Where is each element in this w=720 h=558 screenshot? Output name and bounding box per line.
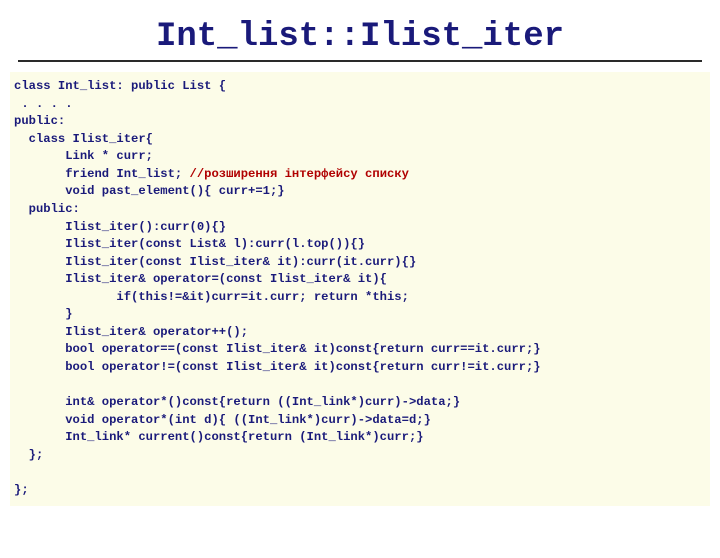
code-line: Link * curr; (14, 149, 153, 163)
code-line: public: (14, 202, 80, 216)
code-line: bool operator!=(const Ilist_iter& it)con… (14, 360, 541, 374)
title-underline (18, 60, 702, 62)
code-line: int& operator*()const{return ((Int_link*… (14, 395, 460, 409)
code-line: }; (14, 483, 29, 497)
code-comment: //розширення інтерфейсу списку (182, 167, 409, 181)
code-block: class Int_list: public List { . . . . pu… (10, 72, 710, 506)
code-line: void operator*(int d){ ((Int_link*)curr)… (14, 413, 431, 427)
code-line: }; (14, 448, 43, 462)
code-line: class Ilist_iter{ (14, 132, 153, 146)
code-line: . . . . (14, 97, 73, 111)
code-line: public: (14, 114, 65, 128)
code-line: if(this!=&it)curr=it.curr; return *this; (14, 290, 409, 304)
code-line: class Int_list: public List { (14, 79, 226, 93)
code-line: Ilist_iter(const Ilist_iter& it):curr(it… (14, 255, 416, 269)
code-line: Ilist_iter& operator=(const Ilist_iter& … (14, 272, 387, 286)
code-line: Ilist_iter():curr(0){} (14, 220, 226, 234)
slide-title: Int_list::Ilist_iter (0, 18, 720, 56)
code-line: void past_element(){ curr+=1;} (14, 184, 285, 198)
code-line: bool operator==(const Ilist_iter& it)con… (14, 342, 541, 356)
code-line: Ilist_iter(const List& l):curr(l.top()){… (14, 237, 365, 251)
code-line: Int_link* current()const{return (Int_lin… (14, 430, 424, 444)
code-line: friend Int_list; (14, 167, 182, 181)
code-line: } (14, 307, 73, 321)
code-line: Ilist_iter& operator++(); (14, 325, 248, 339)
